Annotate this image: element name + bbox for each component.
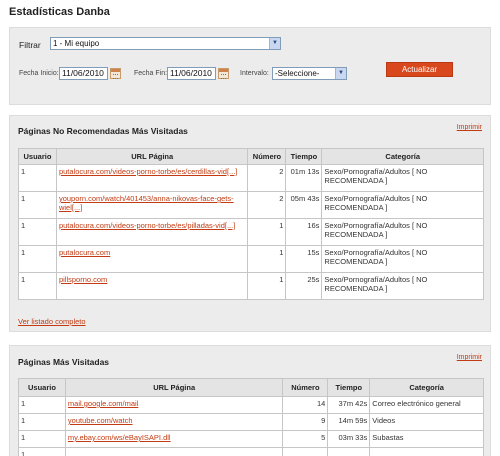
end-date-label: Fecha Fin: — [134, 70, 168, 77]
cell-count: 2 — [247, 164, 287, 192]
end-date-field[interactable]: 11/06/2010 — [167, 67, 216, 80]
start-date-field[interactable]: 11/06/2010 — [59, 67, 108, 80]
print-link[interactable]: Imprimir — [457, 354, 482, 361]
cell-time: 16s — [285, 218, 323, 246]
calendar-icon[interactable] — [218, 68, 229, 79]
col-header-category[interactable]: Categoría — [369, 378, 484, 397]
cell-time: 01m 13s — [285, 164, 323, 192]
table-row: 1 my.ebay.com/ws/eBayISAPI.dll 5 03m 33s… — [18, 430, 484, 448]
table-row: 1 mail.google.com/mail 14 37m 42s Correo… — [18, 396, 484, 414]
not-recommended-panel: Páginas No Recomendadas Más Visitadas Im… — [9, 115, 491, 332]
chevron-down-icon: ▼ — [335, 68, 346, 79]
cell-category: Sexo/Pornografía/Adultos [ NO RECOMENDAD… — [321, 218, 484, 246]
cell-user: 1 — [18, 430, 66, 448]
cell-user: 1 — [18, 396, 66, 414]
table-row: 1 youtube.com/watch 9 14m 59s Videos — [18, 413, 484, 431]
full-list-link[interactable]: Ver listado completo — [18, 317, 86, 326]
filter-select-value: 1 - Mi equipo — [53, 39, 100, 48]
url-link[interactable]: mail.google.com/mail — [68, 399, 138, 408]
col-header-user[interactable]: Usuario — [18, 378, 66, 397]
most-visited-title: Páginas Más Visitadas — [18, 357, 110, 367]
interval-select-value: -Seleccione- — [275, 69, 320, 78]
cell-count: 1 — [247, 218, 287, 246]
url-link[interactable]: putalocura.com/videos-porno-torbe/es/pil… — [59, 221, 235, 230]
col-header-time[interactable]: Tiempo — [327, 378, 371, 397]
cell-category: Sexo/Pornografía/Adultos [ NO RECOMENDAD… — [321, 191, 484, 219]
cell-category: Correo electrónico general — [369, 396, 484, 414]
calendar-icon[interactable] — [110, 68, 121, 79]
cell-user: 1 — [18, 413, 66, 431]
cell-count: 2 — [247, 191, 287, 219]
filter-select[interactable]: 1 - Mi equipo ▼ — [50, 37, 281, 50]
most-visited-table: Usuario URL Página Número Tiempo Categor… — [18, 378, 484, 456]
print-link[interactable]: Imprimir — [457, 124, 482, 131]
col-header-url[interactable]: URL Página — [64, 378, 284, 397]
cell-category: Sexo/Pornografía/Adultos [ NO RECOMENDAD… — [321, 164, 484, 192]
filter-panel: Filtrar 1 - Mi equipo ▼ Fecha Inicio: 11… — [9, 27, 491, 105]
chevron-down-icon: ▼ — [269, 38, 280, 49]
url-link[interactable]: putalocura.com — [59, 248, 110, 257]
cell-category: Sexo/Pornografía/Adultos [ NO RECOMENDAD… — [321, 245, 484, 273]
start-date-label: Fecha Inicio: — [19, 70, 59, 77]
col-header-count[interactable]: Número — [282, 378, 329, 397]
cell-user: 1 — [18, 272, 57, 300]
interval-label: Intervalo: — [240, 70, 269, 77]
url-link[interactable]: my.ebay.com/ws/eBayISAPI.dll — [68, 433, 171, 442]
cell-count: 9 — [282, 413, 329, 431]
url-link[interactable]: pillsporno.com — [59, 275, 107, 284]
cell-category: Subastas — [369, 430, 484, 448]
cell-time — [327, 447, 371, 456]
interval-select[interactable]: -Seleccione- ▼ — [272, 67, 347, 80]
page-title: Estadísticas Danba — [9, 6, 110, 18]
cell-time: 03m 33s — [327, 430, 371, 448]
not-recommended-title: Páginas No Recomendadas Más Visitadas — [18, 126, 188, 136]
cell-count: 14 — [282, 396, 329, 414]
cell-category — [369, 447, 484, 456]
table-row: 1 putalocura.com 1 15s Sexo/Pornografía/… — [18, 245, 484, 273]
cell-time: 14m 59s — [327, 413, 371, 431]
table-row: 1 pillsporno.com 1 25s Sexo/Pornografía/… — [18, 272, 484, 300]
cell-count: 1 — [247, 272, 287, 300]
col-header-url[interactable]: URL Página — [55, 148, 249, 165]
cell-user: 1 — [18, 164, 57, 192]
cell-count — [282, 447, 329, 456]
table-row: 1 youporn.com/watch/401453/anna-nikovas-… — [18, 191, 484, 219]
url-link[interactable]: youporn.com/watch/401453/anna-nikovas-fa… — [59, 194, 234, 212]
cell-user: 1 — [18, 218, 57, 246]
cell-time: 05m 43s — [285, 191, 323, 219]
cell-count: 1 — [247, 245, 287, 273]
table-row: 1 putalocura.com/videos-porno-torbe/es/c… — [18, 164, 484, 192]
col-header-category[interactable]: Categoría — [321, 148, 484, 165]
col-header-time[interactable]: Tiempo — [285, 148, 323, 165]
cell-time: 37m 42s — [327, 396, 371, 414]
most-visited-panel: Páginas Más Visitadas Imprimir Usuario U… — [9, 345, 491, 456]
col-header-user[interactable]: Usuario — [18, 148, 57, 165]
filter-label: Filtrar — [19, 40, 41, 50]
cell-time: 15s — [285, 245, 323, 273]
not-recommended-table: Usuario URL Página Número Tiempo Categor… — [18, 148, 484, 300]
cell-user: 1 — [18, 245, 57, 273]
table-row: 1 putalocura.com/videos-porno-torbe/es/p… — [18, 218, 484, 246]
table-row: 1 — [18, 447, 484, 456]
cell-time: 25s — [285, 272, 323, 300]
col-header-count[interactable]: Número — [247, 148, 287, 165]
url-link[interactable]: putalocura.com/videos-porno-torbe/es/cer… — [59, 167, 237, 176]
cell-category: Videos — [369, 413, 484, 431]
update-button[interactable]: Actualizar — [386, 62, 453, 77]
url-link[interactable]: youtube.com/watch — [68, 416, 133, 425]
cell-count: 5 — [282, 430, 329, 448]
cell-user: 1 — [18, 447, 66, 456]
cell-user: 1 — [18, 191, 57, 219]
cell-category: Sexo/Pornografía/Adultos [ NO RECOMENDAD… — [321, 272, 484, 300]
